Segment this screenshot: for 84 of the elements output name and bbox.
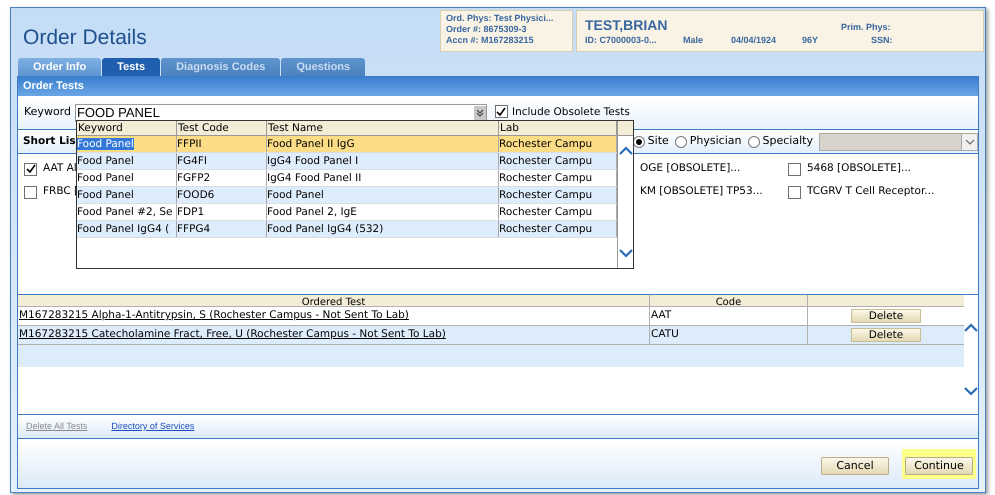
table-cell: Food Panel <box>267 187 499 203</box>
dialog-button[interactable]: Continue <box>905 456 973 474</box>
order-info-text: Order #: 8675309-3 <box>446 24 528 35</box>
ssn-label: SSN: <box>871 34 893 47</box>
table-cell: Rochester Campu <box>499 153 617 169</box>
short-list-item: OGE [OBSOLETE]... <box>640 161 740 176</box>
radio-label: Site <box>648 133 669 150</box>
table-cell: Food Panel <box>77 136 177 152</box>
checkbox[interactable] <box>494 105 508 118</box>
patient-age: 96Y <box>802 34 818 47</box>
table-cell: FFPG4 <box>177 221 267 237</box>
keyword-combo[interactable]: FOOD PANEL <box>74 104 487 122</box>
table-cell: Food Panel #2, Se <box>77 204 177 220</box>
dropdown-row[interactable]: Food Panel FGFP2 IgG4 Food Panel II Rochester Campu <box>77 170 617 187</box>
delete-button[interactable]: Delete <box>851 328 921 342</box>
section-header: Order Tests <box>18 77 978 96</box>
table-cell: Food Panel II IgG <box>267 136 499 152</box>
ordered-test-link[interactable]: M167283215 Alpha-1-Antitrypsin, S (Rochester Campus - Not Sent To Lab) <box>18 307 650 325</box>
radio-button[interactable] <box>674 136 687 148</box>
table-cell: FDP1 <box>177 204 267 220</box>
keyword-label: Keyword <box>24 104 71 120</box>
check-icon <box>26 164 36 174</box>
table-cell: FG4FI <box>177 153 267 169</box>
patient-name: TEST,BRIAN <box>585 16 668 35</box>
dropdown-row[interactable]: Food Panel IgG4 ( FFPG4 Food Panel IgG4 (532) Rochester Campu <box>77 221 617 238</box>
table-cell: Food Panel IgG4 (532) <box>267 221 499 237</box>
table-cell: AAT <box>650 307 808 325</box>
table-cell: Food Panel <box>77 170 177 186</box>
scroll-down-icon[interactable] <box>618 249 632 258</box>
table-cell: Food Panel 2, IgE <box>267 204 499 220</box>
tab[interactable]: Tests <box>102 58 160 76</box>
page-title: Order Details <box>23 25 148 51</box>
order-info-text: Ord. Phys: Test Physici... <box>446 13 554 24</box>
column-header: Test Code <box>177 121 267 135</box>
patient-dob: 04/04/1924 <box>731 34 776 47</box>
short-list-item: AAT Al <box>43 161 77 176</box>
include-obsolete-label: Include Obsolete Tests <box>512 104 630 120</box>
column-header: Keyword <box>77 121 177 135</box>
table-cell: FGFP2 <box>177 170 267 186</box>
dropdown-row[interactable]: Food Panel FOOD6 Food Panel Rochester Campu <box>77 187 617 204</box>
table-cell: FFPII <box>177 136 267 152</box>
chevron-down-icon <box>964 138 974 144</box>
column-header: Test Name <box>267 121 499 135</box>
checkbox[interactable] <box>24 162 37 176</box>
table-cell: Rochester Campu <box>499 170 617 186</box>
short-list-item: KM [OBSOLETE] TP53... <box>640 184 763 200</box>
checkbox[interactable] <box>24 186 37 198</box>
table-cell: Food Panel <box>77 153 177 169</box>
short-list-label: Short Lis <box>23 134 76 149</box>
table-cell: FOOD6 <box>177 187 267 203</box>
order-info-text: Accn #: M167283215 <box>446 35 535 46</box>
dropdown-row[interactable]: Food Panel FG4FI IgG4 Food Panel I Rochester Campu <box>77 153 617 170</box>
radio-label: Physician <box>690 133 742 150</box>
short-list-item: TCGRV T Cell Receptor... <box>807 184 934 200</box>
radio-label: Specialty <box>762 133 813 150</box>
scroll-up-icon[interactable] <box>964 323 978 332</box>
column-header: Code <box>650 295 808 306</box>
dropdown-row[interactable]: Food Panel FFPII Food Panel II IgG Rochester Campu <box>77 136 617 153</box>
table-cell: Rochester Campu <box>499 204 617 220</box>
table-cell: Rochester Campu <box>499 221 617 237</box>
table-cell: Food Panel IgG4 ( <box>77 221 177 237</box>
dropdown-row[interactable]: Food Panel #2, Se FDP1 Food Panel 2, IgE Rochester Campu <box>77 204 617 221</box>
table-cell: IgG4 Food Panel II <box>267 170 499 186</box>
column-header: Ordered Test <box>18 295 650 306</box>
checkbox[interactable] <box>788 186 801 198</box>
dialog-button[interactable]: Cancel <box>821 456 889 474</box>
checkbox[interactable] <box>788 162 801 176</box>
scroll-up-icon[interactable] <box>618 146 632 155</box>
prim-phys-label: Prim. Phys: <box>841 21 891 34</box>
radio-button[interactable] <box>748 136 760 148</box>
check-icon <box>496 106 506 116</box>
table-cell: Food Panel <box>77 187 177 203</box>
ordered-test-link[interactable]: M167283215 Catecholamine Fract, Free, U (Rochester Campus - Not Sent To Lab) <box>18 326 650 344</box>
table-cell: Rochester Campu <box>499 187 617 203</box>
patient-sex: Male <box>683 34 704 47</box>
scroll-down-icon[interactable] <box>964 387 978 396</box>
footer-link[interactable]: Directory of Services <box>111 420 194 434</box>
patient-id: ID: C7000003-0... <box>585 34 657 47</box>
delete-button[interactable]: Delete <box>851 309 921 323</box>
table-cell: IgG4 Food Panel I <box>267 153 499 169</box>
table-cell: CATU <box>650 326 808 344</box>
table-cell: Rochester Campu <box>499 136 617 152</box>
short-list-item: 5468 [OBSOLETE]... <box>807 161 912 176</box>
keyword-value: FOOD PANEL <box>76 104 160 122</box>
